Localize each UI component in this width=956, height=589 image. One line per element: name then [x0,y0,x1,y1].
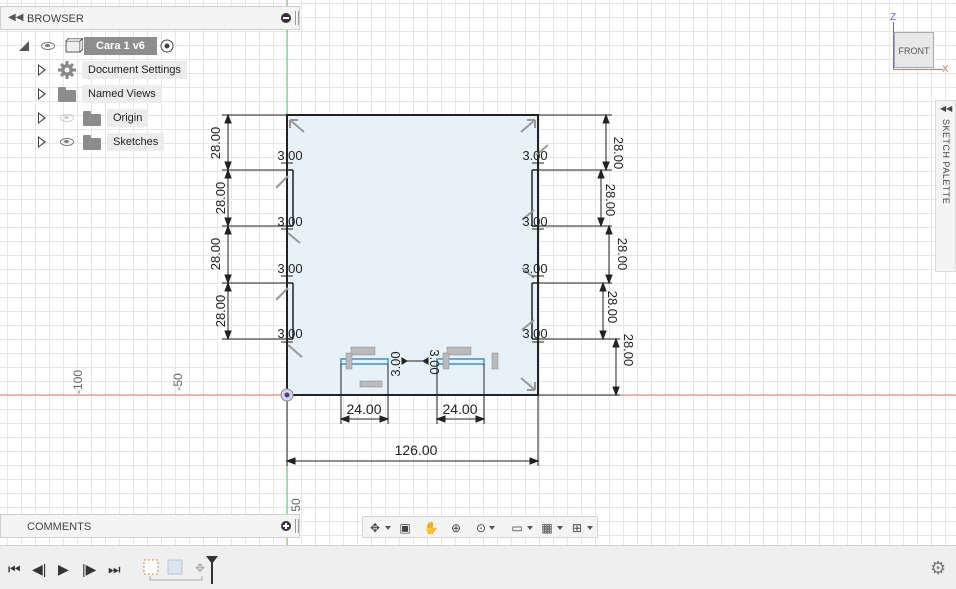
timeline-bar: ⏮ ◀| ▶ |▶ ⏭ ✥ ⚙ [0,545,956,589]
skip-last-icon[interactable]: ⏭ [108,561,121,578]
dim-slot-gap-1[interactable]: 3.00 [388,351,403,376]
look-at-icon[interactable]: ▣ [395,520,415,536]
tree-item-document-settings[interactable]: Document Settings [0,60,200,80]
hand-icon[interactable]: ✋ [421,520,441,536]
component-icon [65,38,83,53]
dim-left-3[interactable]: 28.00 [208,238,223,271]
dim-right-4[interactable]: 28.00 [605,291,620,324]
tree-item-label[interactable]: Named Views [82,85,162,103]
dim-offset-2[interactable]: 3.00 [277,214,302,229]
display-settings-icon[interactable]: ▭ [507,520,527,536]
play-icon[interactable]: ▶ [58,561,69,578]
view-cube-front-face[interactable]: FRONT [894,32,934,68]
move-feature-icon: ✥ [195,561,205,575]
tree-item-named-views[interactable]: Named Views [0,84,200,104]
zoom-window-icon[interactable]: ⊙ [471,520,491,536]
tree-item-label[interactable]: Sketches [107,133,165,151]
tree-item-sketches[interactable]: Sketches [0,132,200,152]
viewports-icon[interactable]: ⊞ [567,520,587,536]
step-back-icon[interactable]: ◀| [32,561,46,578]
comments-title: COMMENTS [27,521,92,533]
panel-grip-icon[interactable] [295,11,299,25]
browser-title: BROWSER [27,13,84,25]
chevron-down-icon[interactable] [557,526,563,530]
dim-offset-6[interactable]: 3.00 [522,214,547,229]
chevron-down-icon[interactable] [489,526,495,530]
ruler-label-50: 50 [289,498,303,512]
sketch-palette-tab[interactable]: ◀◀ SKETCH PALETTE [935,100,956,272]
panel-grip-icon[interactable] [295,519,299,533]
dim-right-3[interactable]: 28.00 [615,238,630,271]
chevron-down-icon[interactable] [587,526,593,530]
root-component-label[interactable]: Cara 1 v6 [84,37,157,55]
axis-x-label: X [942,64,949,75]
sketch-svg[interactable]: -100 -50 50 28.00 28.00 28.00 28.00 28.0… [0,0,956,545]
view-cube[interactable]: Z X FRONT [890,12,950,78]
tree-item-label[interactable]: Document Settings [82,61,187,79]
dim-offset-5[interactable]: 3.00 [522,148,547,163]
sketch-feature-icon [143,559,159,575]
expand-right-icon[interactable] [38,88,46,100]
expand-right-icon[interactable] [38,112,46,124]
dim-left-4[interactable]: 28.00 [213,295,228,328]
dim-offset-8[interactable]: 3.00 [522,326,547,341]
eye-hidden-icon[interactable] [60,114,74,122]
grid-icon[interactable]: ▦ [537,520,557,536]
orbit-icon[interactable]: ✥ [365,520,385,536]
dim-left-1[interactable]: 28.00 [208,127,223,160]
folder-icon [83,135,101,150]
expand-down-icon[interactable] [18,40,30,52]
dim-slot-width-2[interactable]: 24.00 [442,401,477,417]
chevron-down-icon[interactable] [385,526,391,530]
add-comment-icon[interactable] [281,521,291,531]
double-left-arrow-icon[interactable]: ◀◀ [8,12,23,23]
zoom-icon[interactable]: ⊕ [446,520,466,536]
design-canvas[interactable]: -100 -50 50 28.00 28.00 28.00 28.00 28.0… [0,0,956,545]
dim-offset-1[interactable]: 3.00 [277,148,302,163]
navigation-toolbar: ✥ ▣ ✋ ⊕ ⊙ ▭ ▦ ⊞ [362,516,598,538]
extrude-feature-icon [167,559,183,575]
dim-slot-width-1[interactable]: 24.00 [346,401,381,417]
skip-first-icon[interactable]: ⏮ [8,561,21,578]
tree-item-label[interactable]: Origin [107,109,149,127]
sketch-profile[interactable] [286,114,539,396]
dim-slot-gap-2[interactable]: 3.00 [427,349,442,374]
folder-icon [83,111,101,126]
dim-total-width[interactable]: 126.00 [395,442,438,458]
collapse-panel-icon[interactable] [281,13,291,23]
gear-icon [58,61,76,79]
eye-icon[interactable] [60,138,74,146]
dim-right-2[interactable]: 28.00 [603,184,618,217]
timeline-features[interactable]: ✥ [140,554,220,584]
tree-root-row[interactable]: Cara 1 v6 [0,36,200,56]
dim-offset-3[interactable]: 3.00 [277,261,302,276]
folder-icon [58,87,76,102]
chevron-down-icon[interactable] [527,526,533,530]
browser-panel-header[interactable]: ◀◀ BROWSER [0,6,300,30]
tree-item-origin[interactable]: Origin [0,108,200,128]
dim-right-5[interactable]: 28.00 [621,334,636,367]
gear-icon[interactable]: ⚙ [930,558,946,579]
dim-left-2[interactable]: 28.00 [213,182,228,215]
origin-center [284,392,290,398]
axis-x-line [893,69,943,70]
expand-right-icon[interactable] [38,136,46,148]
eye-icon[interactable] [41,42,55,50]
dim-right-1[interactable]: 28.00 [611,137,626,170]
dim-offset-4[interactable]: 3.00 [277,326,302,341]
double-left-arrow-icon[interactable]: ◀◀ [940,104,952,113]
right-dimension-lines [538,113,620,397]
ruler-label-minus-100: -100 [71,370,85,394]
dim-offset-7[interactable]: 3.00 [522,261,547,276]
activate-radio-icon[interactable] [160,39,174,53]
expand-right-icon[interactable] [38,64,46,76]
comments-panel-header[interactable]: COMMENTS [0,514,300,538]
ruler-label-minus-50: -50 [171,373,185,391]
step-forward-icon[interactable]: |▶ [82,561,96,578]
sketch-palette-title: SKETCH PALETTE [941,119,951,205]
